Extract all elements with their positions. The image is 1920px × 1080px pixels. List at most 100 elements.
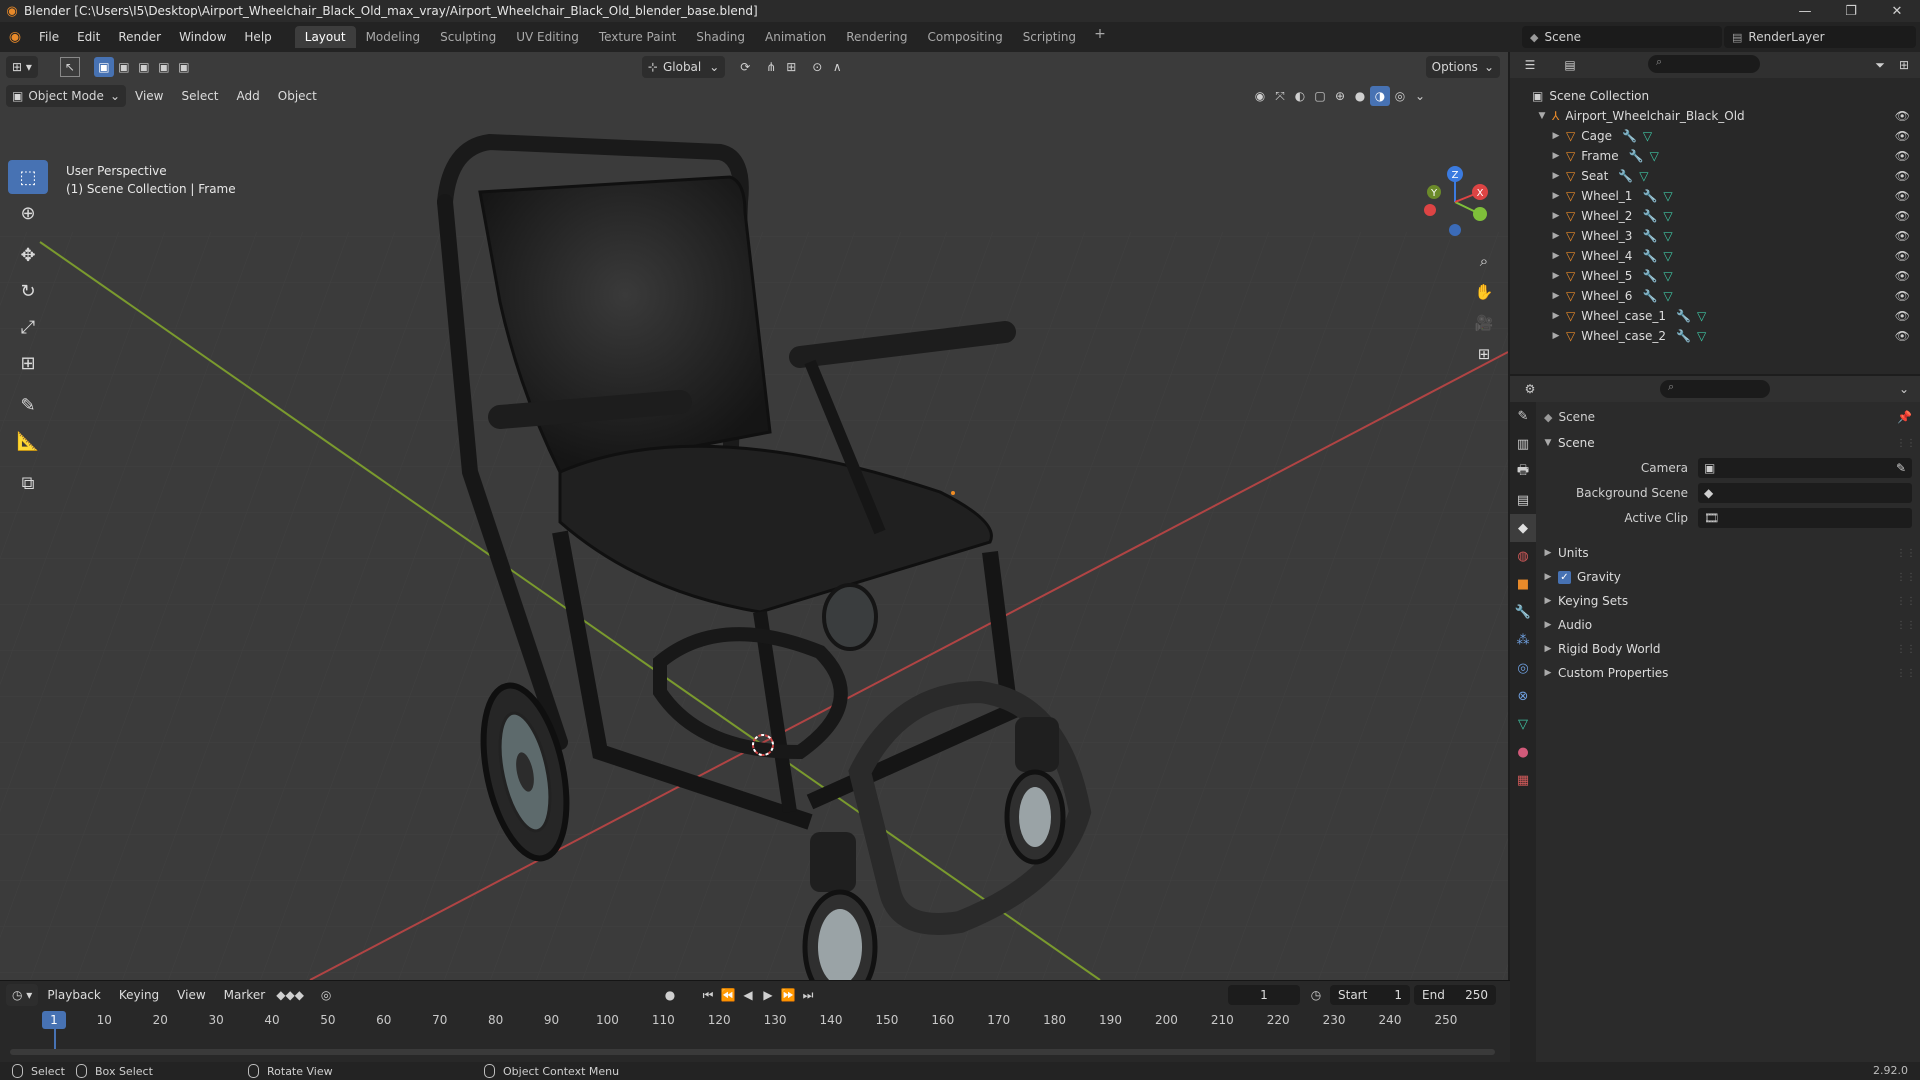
visibility-eye-icon[interactable]: 👁 bbox=[1895, 329, 1910, 343]
view-layer-tab-icon[interactable]: ▤ bbox=[1510, 486, 1536, 514]
visibility-eye-icon[interactable]: 👁 bbox=[1895, 289, 1910, 303]
pivot-point-icon[interactable]: ⟳ bbox=[735, 57, 755, 77]
menu-file[interactable]: File bbox=[30, 30, 68, 44]
mesh-data-icon[interactable]: ▽ bbox=[1663, 209, 1672, 223]
expand-triangle-icon[interactable]: ▼ bbox=[1536, 111, 1548, 121]
active-clip-field[interactable]: 🎞 bbox=[1698, 508, 1912, 528]
falloff-icon[interactable]: ∧ bbox=[827, 57, 847, 77]
physics-tab-icon[interactable]: ◎ bbox=[1510, 654, 1536, 682]
material-tab-icon[interactable]: ● bbox=[1510, 738, 1536, 766]
camera-view-icon[interactable]: 🎥 bbox=[1470, 309, 1498, 337]
close-button[interactable]: ✕ bbox=[1874, 0, 1920, 22]
select-intersect-icon[interactable]: ▣ bbox=[174, 57, 194, 77]
rendered-shading-icon[interactable]: ◎ bbox=[1390, 86, 1410, 106]
menu-select[interactable]: Select bbox=[172, 89, 227, 103]
material-shading-icon[interactable]: ◑ bbox=[1370, 86, 1390, 106]
expand-triangle-icon[interactable]: ▶ bbox=[1550, 151, 1562, 161]
menu-playback[interactable]: Playback bbox=[38, 988, 110, 1002]
tab-shading[interactable]: Shading bbox=[686, 26, 755, 48]
add-cube-tool-icon[interactable]: ⧉ bbox=[8, 466, 48, 500]
gizmo-toggle-icon[interactable]: ⤧ bbox=[1270, 86, 1290, 106]
outliner-object-row[interactable]: ▶ ▽ Frame 🔧 ▽ 👁 bbox=[1510, 146, 1920, 166]
expand-triangle-icon[interactable]: ▶ bbox=[1550, 311, 1562, 321]
camera-field[interactable]: ▣ ✎ bbox=[1698, 458, 1912, 478]
mesh-data-icon[interactable]: ▽ bbox=[1697, 329, 1706, 343]
visibility-eye-icon[interactable]: 👁 bbox=[1895, 309, 1910, 323]
modifier-wrench-icon[interactable]: 🔧 bbox=[1642, 249, 1657, 263]
texture-tab-icon[interactable]: ▦ bbox=[1510, 766, 1536, 794]
select-tool-icon[interactable]: ↖ bbox=[59, 57, 80, 77]
frame-ruler[interactable]: 1 10 20 30 40 50 60 70 80 90 100 110 120 130 140 150 160… bbox=[0, 1009, 1500, 1031]
tab-texture-paint[interactable]: Texture Paint bbox=[589, 26, 686, 48]
current-frame-indicator[interactable]: 1 bbox=[42, 1011, 66, 1029]
pan-hand-icon[interactable]: ✋ bbox=[1470, 278, 1498, 306]
outliner-object-row[interactable]: ▶ ▽ Seat 🔧 ▽ 👁 bbox=[1510, 166, 1920, 186]
panel-header[interactable]: ▶ Audio ⋮⋮ bbox=[1542, 614, 1920, 636]
scene-selector[interactable]: ◆ Scene bbox=[1522, 26, 1722, 48]
outliner-object-row[interactable]: ▶ ▽ Wheel_5 🔧 ▽ 👁 bbox=[1510, 266, 1920, 286]
tab-scripting[interactable]: Scripting bbox=[1013, 26, 1086, 48]
measure-tool-icon[interactable]: 📐 bbox=[8, 424, 48, 458]
maximize-button[interactable]: ❐ bbox=[1828, 0, 1874, 22]
modifier-tab-icon[interactable]: 🔧 bbox=[1510, 598, 1536, 626]
timeline-scrollbar[interactable] bbox=[10, 1049, 1495, 1055]
modifier-wrench-icon[interactable]: 🔧 bbox=[1676, 309, 1691, 323]
annotate-tool-icon[interactable]: ✎ bbox=[8, 388, 48, 422]
tab-uv-editing[interactable]: UV Editing bbox=[506, 26, 589, 48]
outliner-object-row[interactable]: ▶ ▽ Wheel_2 🔧 ▽ 👁 bbox=[1510, 206, 1920, 226]
auto-key-icon[interactable]: ◎ bbox=[316, 985, 336, 1005]
keyframe-icon[interactable]: ◆◆◆ bbox=[276, 985, 304, 1005]
cursor-tool-icon[interactable]: ⊕ bbox=[8, 196, 48, 230]
panel-header[interactable]: ▶ Units ⋮⋮ bbox=[1542, 542, 1920, 564]
modifier-wrench-icon[interactable]: 🔧 bbox=[1629, 149, 1644, 163]
expand-triangle-icon[interactable]: ▶ bbox=[1550, 171, 1562, 181]
expand-triangle-icon[interactable]: ▶ bbox=[1550, 271, 1562, 281]
mesh-data-icon[interactable]: ▽ bbox=[1650, 149, 1659, 163]
current-frame-field[interactable]: 1 bbox=[1228, 985, 1300, 1005]
display-mode-icon[interactable]: ▤ bbox=[1560, 55, 1580, 75]
select-subtract-icon[interactable]: ▣ bbox=[134, 57, 154, 77]
scale-tool-icon[interactable]: ⤢ bbox=[8, 310, 48, 344]
tab-animation[interactable]: Animation bbox=[755, 26, 836, 48]
mesh-data-icon[interactable]: ▽ bbox=[1663, 249, 1672, 263]
shading-options-icon[interactable]: ⌄ bbox=[1410, 86, 1430, 106]
outliner-scene-collection[interactable]: ▣ Scene Collection bbox=[1510, 86, 1920, 106]
background-scene-field[interactable]: ◆ bbox=[1698, 483, 1912, 503]
drag-grip-icon[interactable]: ⋮⋮ bbox=[1896, 438, 1916, 449]
preview-range-icon[interactable]: ◷ bbox=[1306, 985, 1326, 1005]
wireframe-shading-icon[interactable]: ⊕ bbox=[1330, 86, 1350, 106]
particles-tab-icon[interactable]: ⁂ bbox=[1510, 626, 1536, 654]
drag-grip-icon[interactable]: ⋮⋮ bbox=[1896, 548, 1916, 559]
editor-type-button[interactable]: ⊞ ▾ bbox=[6, 56, 38, 78]
zoom-icon[interactable]: ⌕ bbox=[1470, 247, 1498, 275]
mesh-data-icon[interactable]: ▽ bbox=[1663, 289, 1672, 303]
mesh-data-icon[interactable]: ▽ bbox=[1663, 269, 1672, 283]
mesh-data-icon[interactable]: ▽ bbox=[1697, 309, 1706, 323]
ortho-grid-icon[interactable]: ⊞ bbox=[1470, 340, 1498, 368]
menu-view[interactable]: View bbox=[126, 89, 172, 103]
expand-triangle-icon[interactable]: ▶ bbox=[1550, 211, 1562, 221]
3d-viewport[interactable]: ⊞ ▾ ↖ ▣ ▣ ▣ ▣ ▣ ⊹ Global ⌄ ⟳ ⋔ ⊞ ⊙ ∧ Opt… bbox=[0, 52, 1508, 980]
select-new-icon[interactable]: ▣ bbox=[93, 57, 114, 77]
modifier-wrench-icon[interactable]: 🔧 bbox=[1618, 169, 1633, 183]
mesh-data-icon[interactable]: ▽ bbox=[1639, 169, 1648, 183]
tab-compositing[interactable]: Compositing bbox=[917, 26, 1012, 48]
world-tab-icon[interactable]: ◍ bbox=[1510, 542, 1536, 570]
mode-dropdown[interactable]: ▣ Object Mode ⌄ bbox=[6, 85, 126, 107]
panel-header[interactable]: ▶ Keying Sets ⋮⋮ bbox=[1542, 590, 1920, 612]
jump-start-icon[interactable]: ⏮ bbox=[698, 985, 718, 1005]
solid-shading-icon[interactable]: ● bbox=[1350, 86, 1370, 106]
render-tab-icon[interactable]: ▥ bbox=[1510, 430, 1536, 458]
proportional-edit-icon[interactable]: ⊙ bbox=[807, 57, 827, 77]
play-reverse-icon[interactable]: ◀ bbox=[738, 985, 758, 1005]
move-tool-icon[interactable]: ✥ bbox=[8, 238, 48, 272]
record-icon[interactable]: ● bbox=[660, 985, 680, 1005]
visibility-eye-icon[interactable]: 👁 bbox=[1895, 229, 1910, 243]
menu-keying[interactable]: Keying bbox=[110, 988, 168, 1002]
blender-menu-icon[interactable]: ◉ bbox=[0, 29, 30, 45]
start-frame-field[interactable]: Start 1 bbox=[1330, 985, 1410, 1005]
eyedropper-icon[interactable]: ✎ bbox=[1896, 461, 1906, 475]
drag-grip-icon[interactable]: ⋮⋮ bbox=[1896, 620, 1916, 631]
expand-triangle-icon[interactable]: ▶ bbox=[1550, 191, 1562, 201]
select-extend-icon[interactable]: ▣ bbox=[114, 57, 134, 77]
